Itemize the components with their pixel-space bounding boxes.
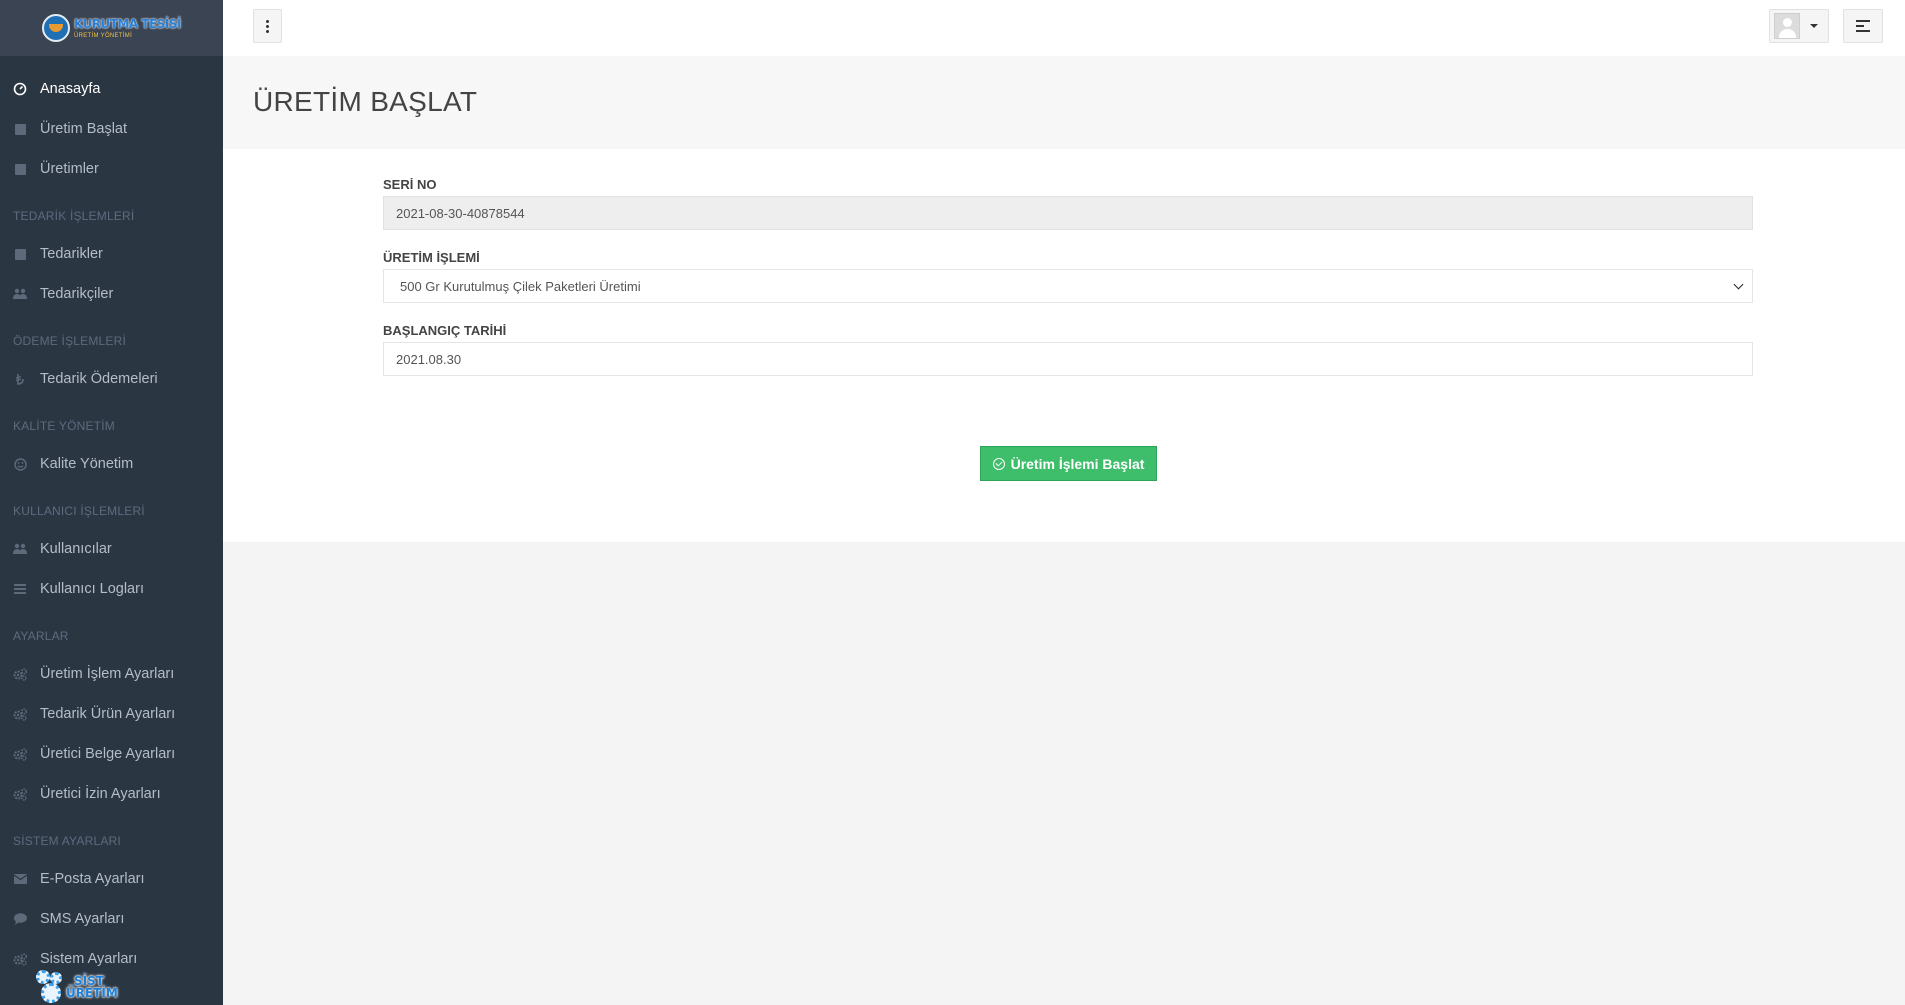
- sidebar-section-heading: TEDARİK İŞLEMLERİ: [13, 209, 135, 223]
- start-production-button[interactable]: Üretim İşlemi Başlat: [980, 446, 1157, 481]
- start-date-label: BAŞLANGIÇ TARİHİ: [383, 323, 507, 338]
- sidebar-menu: Anasayfa Üretim Başlat Üretimler TEDARİK İŞ…: [0, 56, 223, 979]
- sidebar-section-heading: ÖDEME İŞLEMLERİ: [13, 334, 127, 348]
- form-panel: SERİ NO 2021-08-30-40878544 ÜRETİM İŞLEM…: [223, 149, 1905, 542]
- process-select[interactable]: 500 Gr Kurutulmuş Çilek Paketleri Üretim…: [383, 269, 1753, 303]
- sidebar-item-kullanicilar[interactable]: Kullanıcılar: [0, 529, 223, 569]
- process-group: ÜRETİM İŞLEMİ 500 Gr Kurutulmuş Çilek Pa…: [383, 249, 1753, 303]
- sidebar-section-heading: KALİTE YÖNETİM: [13, 419, 115, 433]
- sidebar-item-sms-ayarlari[interactable]: SMS Ayarları: [0, 899, 223, 939]
- start-date-group: BAŞLANGIÇ TARİHİ 2021.08.30: [383, 322, 1753, 376]
- brand-subtitle: ÜRETİM YÖNETİMİ: [73, 32, 133, 39]
- more-options-button[interactable]: [253, 9, 282, 43]
- users-icon: [13, 542, 27, 556]
- caret-down-icon: [1810, 24, 1818, 28]
- process-label: ÜRETİM İŞLEMİ: [383, 250, 480, 265]
- production-start-form: SERİ NO 2021-08-30-40878544 ÜRETİM İŞLEM…: [383, 176, 1753, 395]
- sidebar-section-heading: AYARLAR: [13, 629, 69, 643]
- sidebar-item-label: Tedarik Ürün Ayarları: [40, 706, 176, 722]
- sidebar-item-label: Anasayfa: [40, 81, 101, 97]
- top-header: [223, 0, 1905, 56]
- gears-icon: [13, 667, 27, 681]
- start-production-label: Üretim İşlemi Başlat: [1010, 455, 1145, 472]
- brand-title: KURUTMA TESİSİ: [73, 16, 182, 31]
- sidebar-item-label: Kullanıcı Logları: [40, 581, 144, 597]
- avatar: [1774, 13, 1800, 39]
- sidebar-item-tedarik-urun-ayarlari[interactable]: Tedarik Ürün Ayarları: [0, 694, 223, 734]
- page-title-bar: ÜRETİM BAŞLAT: [223, 56, 1905, 149]
- serial-group: SERİ NO 2021-08-30-40878544: [383, 176, 1753, 230]
- process-select-value: 500 Gr Kurutulmuş Çilek Paketleri Üretim…: [400, 278, 641, 294]
- serial-label: SERİ NO: [383, 177, 437, 192]
- sidebar-item-kullanici-loglari[interactable]: Kullanıcı Logları: [0, 569, 223, 609]
- sidebar-item-uretici-belge-ayarlari[interactable]: Üretici Belge Ayarları: [0, 734, 223, 774]
- square-icon: [13, 162, 27, 176]
- sidebar-item-kalite-yonetim[interactable]: Kalite Yönetim: [0, 444, 223, 484]
- sidebar-item-e-posta-ayarlari[interactable]: E-Posta Ayarları: [0, 859, 223, 899]
- sidebar-item-tedarik-odemeleri[interactable]: Tedarik Ödemeleri: [0, 359, 223, 399]
- gears-icon: [13, 747, 27, 761]
- sidebar-item-label: E-Posta Ayarları: [40, 871, 145, 887]
- start-date-field[interactable]: 2021.08.30: [383, 342, 1753, 376]
- sidebar-item-label: Üretim Başlat: [40, 121, 128, 137]
- sidebar-item-label: Üretici İzin Ayarları: [40, 786, 161, 802]
- sidebar-item-label: SMS Ayarları: [40, 911, 125, 927]
- panel-toggle-icon: [1856, 20, 1870, 32]
- gears-icon: [13, 952, 27, 966]
- footer-logo: SİST ÜRETİM: [36, 970, 118, 1004]
- brand-emblem-icon: [41, 14, 70, 42]
- sidebar-item-uretici-izin-ayarlari[interactable]: Üretici İzin Ayarları: [0, 774, 223, 814]
- quick-panel-button[interactable]: [1843, 9, 1883, 43]
- sidebar-section-heading: SİSTEM AYARLARI: [13, 834, 121, 848]
- square-icon: [13, 122, 27, 136]
- sidebar: KURUTMA TESİSİ ÜRETİM YÖNETİMİ Anasayfa Ü…: [0, 0, 223, 1005]
- square-icon: [13, 247, 27, 261]
- smile-icon: [13, 457, 27, 471]
- sidebar-item-uretim-islem-ayarlari[interactable]: Üretim İşlem Ayarları: [0, 654, 223, 694]
- lira-icon: [13, 372, 27, 386]
- envelope-icon: [13, 872, 27, 886]
- sidebar-item-label: Kullanıcılar: [40, 541, 112, 557]
- kebab-icon: [266, 19, 269, 33]
- sidebar-item-uretimler[interactable]: Üretimler: [0, 149, 223, 189]
- sidebar-section-heading: KULLANICI İŞLEMLERİ: [13, 504, 145, 518]
- sidebar-item-label: Tedarikler: [40, 246, 103, 262]
- sidebar-item-label: Üretici Belge Ayarları: [40, 746, 176, 762]
- sidebar-item-tedarikciler[interactable]: Tedarikçiler: [0, 274, 223, 314]
- list-icon: [13, 582, 27, 596]
- footer-logo-line2: ÜRETİM: [66, 986, 118, 1000]
- gears-logo-icon: [36, 970, 68, 1004]
- sidebar-item-label: Tedarikçiler: [40, 286, 114, 302]
- sidebar-item-uretim-baslat[interactable]: Üretim Başlat: [0, 109, 223, 149]
- dashboard-icon: [13, 82, 27, 96]
- sidebar-item-label: Sistem Ayarları: [40, 951, 138, 967]
- check-circle-icon: [992, 457, 1005, 470]
- page-title: ÜRETİM BAŞLAT: [253, 86, 478, 117]
- user-menu-button[interactable]: [1769, 9, 1829, 43]
- sidebar-item-label: Tedarik Ödemeleri: [40, 371, 158, 387]
- gears-icon: [13, 707, 27, 721]
- chevron-down-icon: [1733, 279, 1744, 289]
- users-icon: [13, 287, 27, 301]
- brand-logo[interactable]: KURUTMA TESİSİ ÜRETİM YÖNETİMİ: [0, 0, 223, 56]
- sidebar-item-label: Üretim İşlem Ayarları: [40, 666, 175, 682]
- sidebar-item-anasayfa[interactable]: Anasayfa: [0, 69, 223, 109]
- gears-icon: [13, 787, 27, 801]
- sidebar-item-tedarikler[interactable]: Tedarikler: [0, 234, 223, 274]
- sidebar-item-label: Üretimler: [40, 161, 99, 177]
- sidebar-item-label: Kalite Yönetim: [40, 456, 134, 472]
- comment-icon: [13, 912, 27, 926]
- serial-field[interactable]: 2021-08-30-40878544: [383, 196, 1753, 230]
